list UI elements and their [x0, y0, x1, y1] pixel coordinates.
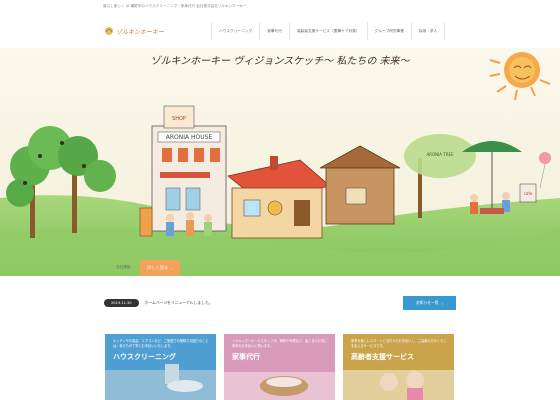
nav-item-house-cleaning[interactable]: ハウスクリーニング [211, 22, 259, 40]
cafe-sign: cafe [524, 191, 533, 196]
top-bar: 暮らし楽しく の 瀬尾市のハウスクリーニング・家事代行 会社株式会社ゾルキンホー… [0, 0, 560, 14]
service-card-housekeeping[interactable]: ゾルキンホーキーのスタッフが、掃除や料理など、皆さまのお宅に家事をお手伝いに伺い… [224, 334, 335, 400]
nav-item-group-research[interactable]: グループ研究事業 [366, 22, 411, 40]
card-title: ハウスクリーニング [113, 352, 176, 361]
news-list-label: お知らせ一覧 [415, 300, 439, 305]
main-nav: ハウスクリーニング 家事代行 高齢者支援サービス（要事ケア対象） グループ研究事… [211, 22, 446, 40]
nav-item-recruit[interactable]: 採用・求人 [410, 22, 446, 40]
card-title: 高齢者支援サービス [351, 352, 414, 361]
hero-title: ゾルキンホーキー ヴィジョンスケッチ〜 私たちの 未来〜 [150, 55, 410, 67]
service-card-elderly-support[interactable]: 家事を楽しいスマートにゼロからお手伝いし、ご高齢の方のくらしを支えるサービスです… [343, 334, 454, 400]
hero-caption: 当社通信 [116, 265, 131, 269]
card-title: 家事代行 [232, 352, 260, 361]
logo-text: ゾルキンホーキー [116, 28, 164, 36]
tree-sign: ARONIA TREE [426, 152, 454, 157]
shop-building: SHOP [163, 105, 195, 129]
tagline: 暮らし楽しく の 瀬尾市のハウスクリーニング・家事代行 会社株式会社ゾルキンホー… [103, 4, 247, 8]
hero-illustration: ARONIA HOUSE SHOP ARONIA TREE cafe ゾルキンホ… [0, 48, 560, 276]
nav-item-housekeeping[interactable]: 家事代行 [259, 22, 289, 40]
card-description: 家事を楽しいスマートにゼロからお手伝いし、ご高齢の方のくらしを支えるサービスです… [351, 339, 447, 348]
vision-sketch: ARONIA HOUSE SHOP ARONIA TREE cafe ゾルキンホ… [0, 48, 560, 276]
logo-mark-icon [105, 27, 113, 35]
news-headline[interactable]: ホームページをリニューアルしました。 [145, 300, 213, 306]
news-date: 2019.11.30 [104, 299, 139, 307]
news-list-button[interactable]: お知らせ一覧 › [403, 296, 456, 310]
site-logo[interactable]: ゾルキンホーキー [104, 25, 164, 37]
house-sign: ARONIA HOUSE [166, 134, 213, 141]
shop-sign: SHOP [172, 116, 186, 122]
read-more-button[interactable]: 詳しく見る › [140, 260, 180, 276]
chevron-right-icon: › [441, 300, 444, 306]
card-description: キッチンやお風呂、エアコンなど、ご家庭での掃除でお困りのことは、私たちが丁寧にお… [113, 339, 209, 348]
nav-item-elderly-support[interactable]: 高齢者支援サービス（要事ケア対象） [288, 22, 367, 40]
read-more-label: 詳しく見る [147, 265, 169, 270]
chevron-right-icon: › [171, 265, 173, 271]
service-card-house-cleaning[interactable]: キッチンやお風呂、エアコンなど、ご家庭での掃除でお困りのことは、私たちが丁寧にお… [105, 334, 216, 400]
card-description: ゾルキンホーキーのスタッフが、掃除や料理など、皆さまのお宅に家事をお手伝いに伺い… [232, 339, 328, 348]
